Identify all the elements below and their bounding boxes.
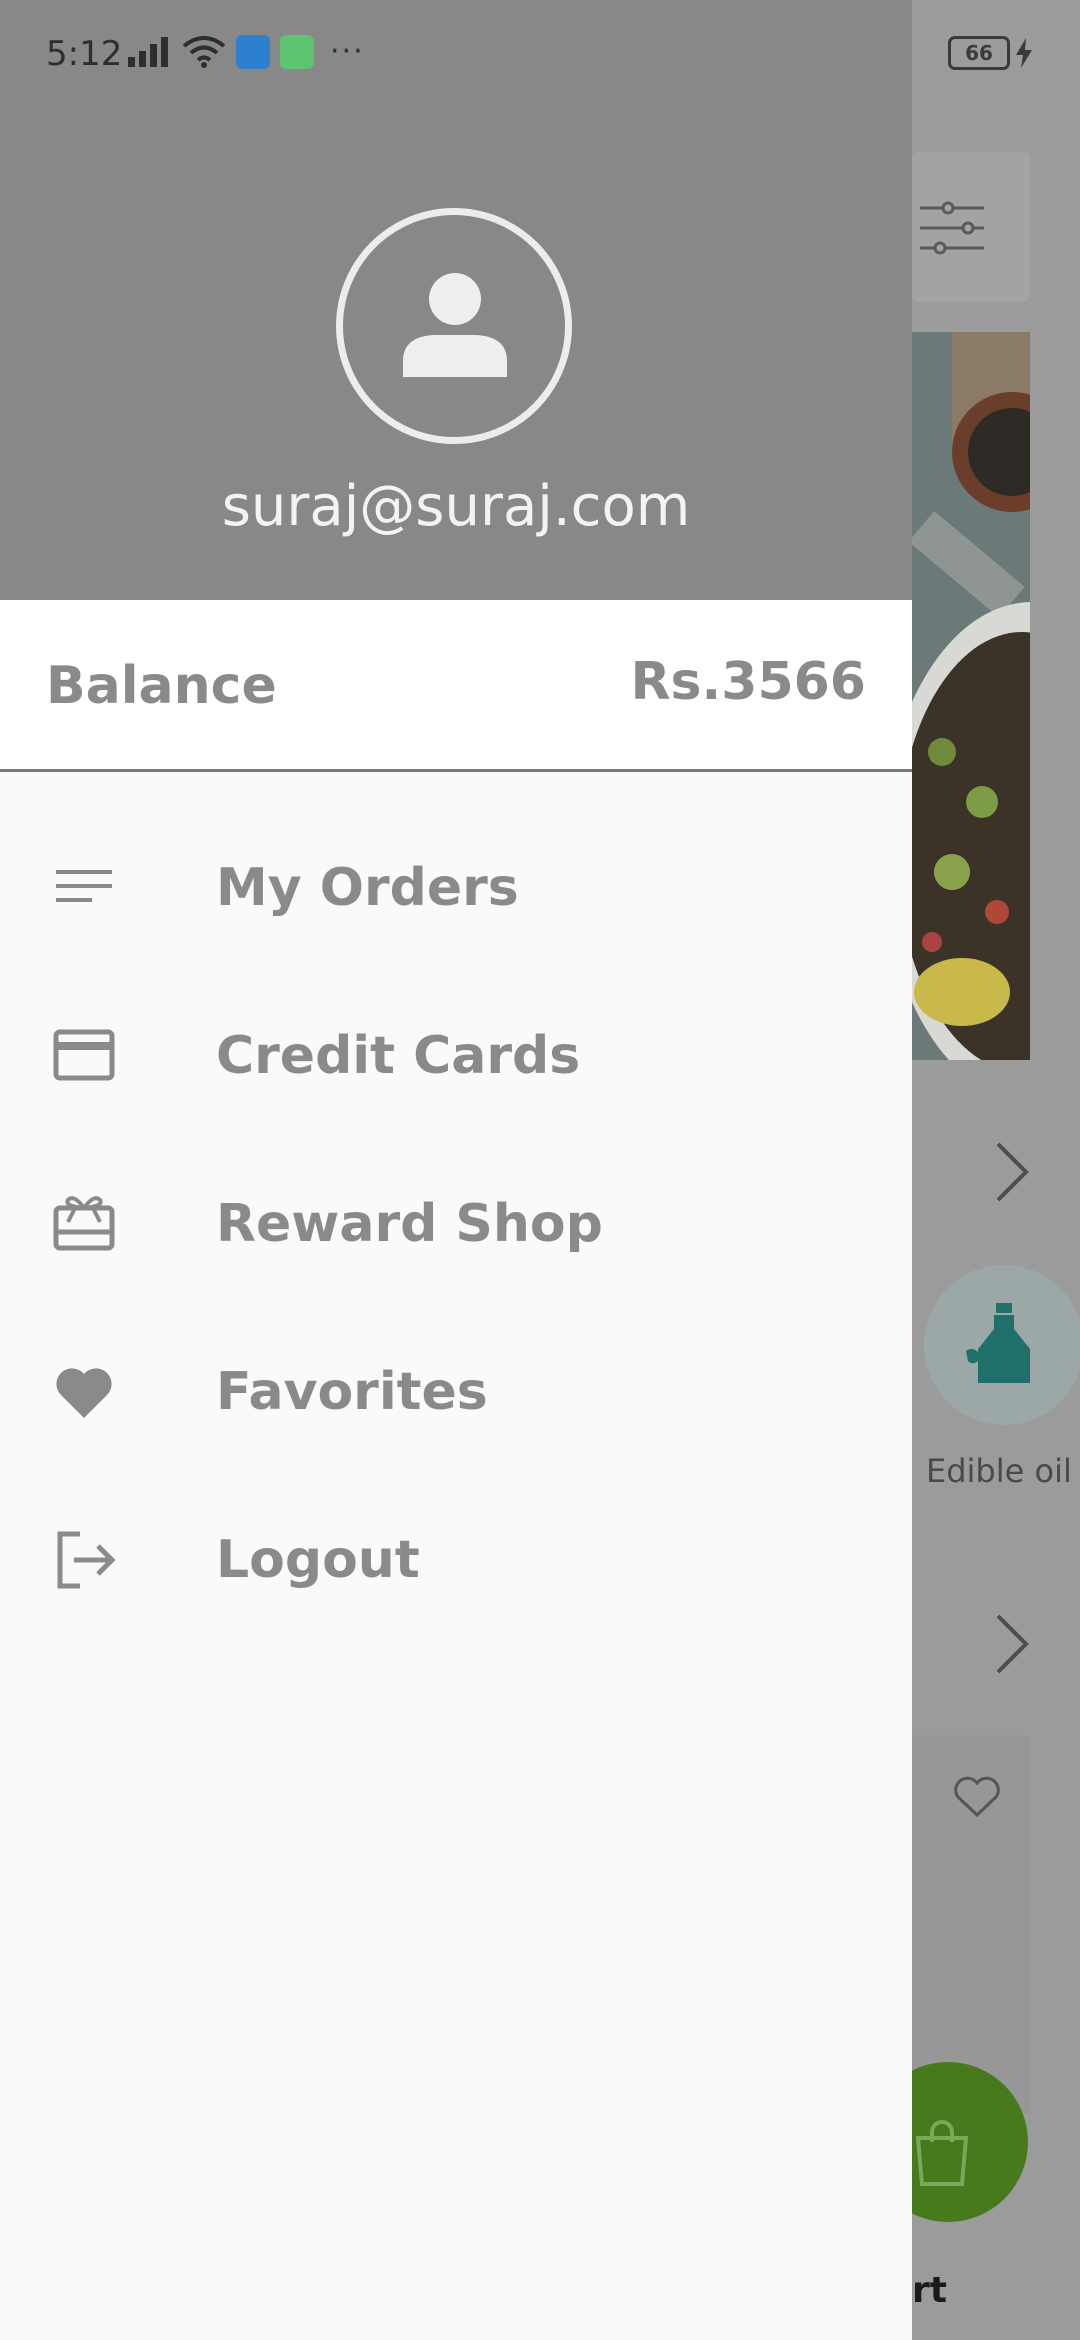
- filter-sliders-icon: [920, 201, 984, 255]
- more-notifications-icon: ···: [330, 34, 365, 69]
- menu-label: Credit Cards: [216, 1026, 581, 1086]
- avatar[interactable]: [336, 208, 572, 444]
- navigation-drawer: 5:12 ··· suraj@suraj.com Balance Rs.3566…: [0, 0, 912, 2340]
- status-icons: ···: [128, 34, 365, 69]
- menu-label: Favorites: [216, 1362, 488, 1422]
- category-label: Edible oil: [926, 1452, 1072, 1490]
- user-profile-icon: [403, 273, 507, 377]
- banner-food-image[interactable]: [912, 332, 1030, 1060]
- logout-icon: [57, 1531, 116, 1589]
- wifi-icon: [182, 35, 226, 68]
- shopping-bag-icon: [915, 2120, 969, 2186]
- favorite-outline-icon[interactable]: [952, 1775, 1002, 1819]
- menu-item-my-orders[interactable]: My Orders: [0, 804, 912, 972]
- menu-item-credit-cards[interactable]: Credit Cards: [0, 972, 912, 1140]
- drawer-menu: My Orders Credit Cards Reward Shop Favor…: [0, 804, 912, 1644]
- status-bar: 5:12 ···: [0, 0, 912, 110]
- category-edible-oil[interactable]: [924, 1265, 1080, 1425]
- menu-label: My Orders: [216, 858, 519, 918]
- menu-item-logout[interactable]: Logout: [0, 1476, 912, 1644]
- battery-indicator: 66: [948, 36, 1034, 70]
- menu-item-reward-shop[interactable]: Reward Shop: [0, 1140, 912, 1308]
- menu-label: Logout: [216, 1530, 420, 1590]
- heart-icon: [56, 1368, 112, 1418]
- charging-icon: [1016, 38, 1032, 68]
- signal-icon: [128, 36, 168, 67]
- menu-item-favorites[interactable]: Favorites: [0, 1308, 912, 1476]
- chevron-right-icon[interactable]: [992, 1612, 1032, 1676]
- gift-card-icon: [53, 1196, 115, 1251]
- list-icon: [56, 870, 112, 902]
- balance-label: Balance: [46, 656, 277, 716]
- user-email: suraj@suraj.com: [221, 474, 691, 539]
- messages-app-icon: [280, 34, 314, 69]
- oil-bottle-icon: [966, 1303, 1030, 1383]
- balance-value: Rs.3566: [630, 652, 866, 712]
- drawer-header: 5:12 ··· suraj@suraj.com: [0, 0, 912, 600]
- credit-card-icon: [53, 1029, 115, 1081]
- chevron-right-icon[interactable]: [992, 1140, 1032, 1204]
- status-time: 5:12: [46, 34, 123, 74]
- filter-button[interactable]: [912, 152, 1030, 302]
- cart-label: rt: [912, 2270, 947, 2311]
- salad-photo: [912, 332, 1030, 1060]
- battery-level: 66: [948, 36, 1010, 70]
- balance-row: Balance Rs.3566: [0, 600, 912, 772]
- espn-app-icon: [236, 34, 270, 69]
- menu-label: Reward Shop: [216, 1194, 603, 1254]
